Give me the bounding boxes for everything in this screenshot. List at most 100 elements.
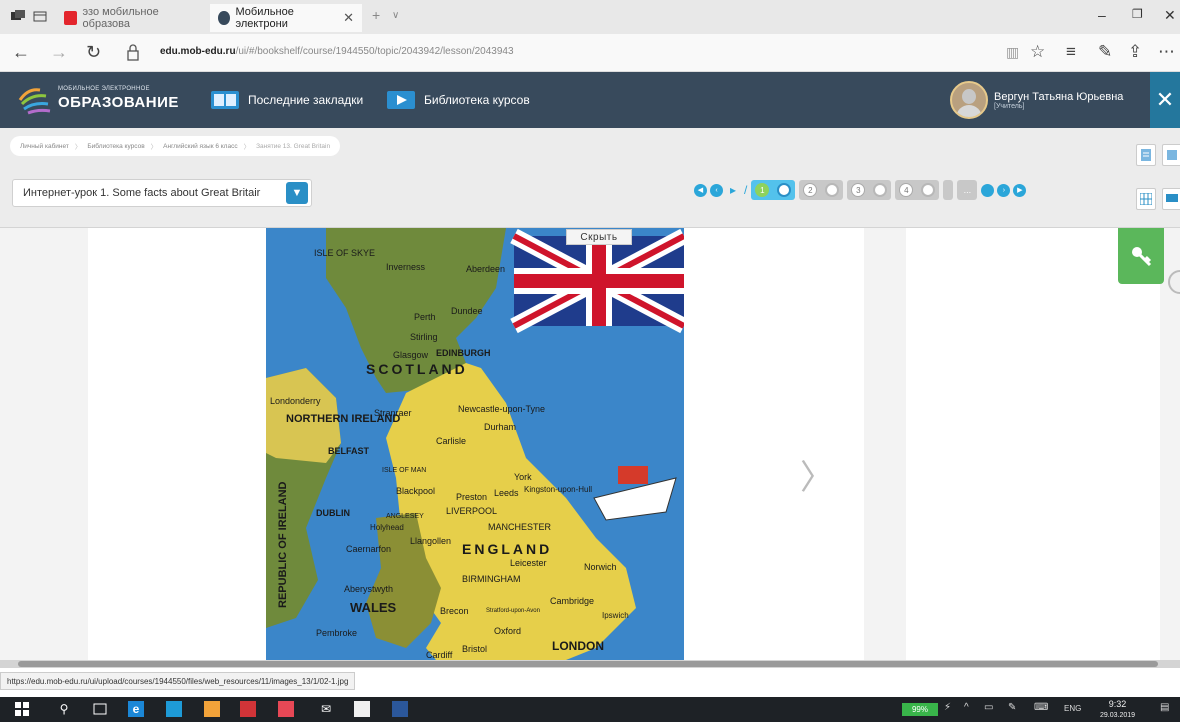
user-name: Вергун Татьяна Юрьевна <box>994 90 1124 103</box>
notes-icon[interactable] <box>1136 144 1156 166</box>
chevron-down-icon[interactable]: ▼ <box>286 182 308 204</box>
search-icon[interactable]: ⚲ <box>56 701 72 717</box>
lesson-select-value: Интернет-урок 1. Some facts about Great … <box>23 187 261 199</box>
mail-icon[interactable]: ✉ <box>318 701 334 717</box>
minimize-button[interactable]: – <box>1098 7 1106 23</box>
pen-tray-icon[interactable]: ✎ <box>1008 702 1016 713</box>
more-icon[interactable]: ⋯ <box>1158 42 1175 62</box>
next-page-icon[interactable]: › <box>997 183 1011 197</box>
window-close-button[interactable]: ✕ <box>1164 7 1176 24</box>
network-icon[interactable]: ▭ <box>984 702 993 713</box>
pager-step-1[interactable]: 1 <box>751 180 796 200</box>
close-tab-icon[interactable]: ✕ <box>343 10 354 26</box>
briefcase-icon[interactable] <box>354 701 370 717</box>
tab-active[interactable]: Мобильное электрони ✕ <box>210 4 362 32</box>
pager-step-3[interactable]: 3 <box>847 180 892 200</box>
horizontal-scrollbar[interactable] <box>0 660 1180 668</box>
forward-arrow-icon[interactable]: → <box>50 43 68 61</box>
language-indicator[interactable]: ENG <box>1064 704 1081 713</box>
close-panel-button[interactable]: ✕ <box>1150 72 1180 128</box>
map-label-caernarfon: Caernarfon <box>346 544 391 554</box>
map-label-durham: Durham <box>484 422 516 432</box>
play-icon[interactable]: ▸ <box>730 183 736 197</box>
grid-icon[interactable] <box>1136 188 1156 210</box>
map-label-leicester: Leicester <box>510 558 547 568</box>
logo-icon[interactable] <box>18 84 52 116</box>
favorite-star-icon[interactable]: ☆ <box>1030 42 1045 62</box>
breadcrumb-item-lesson: Занятие 13. Great Britain <box>256 142 331 150</box>
tab-list-chevron-icon[interactable]: ∨ <box>392 10 399 21</box>
tab-search-label: эзо мобильное образова <box>82 6 159 30</box>
word-icon[interactable] <box>392 701 408 717</box>
logo-title[interactable]: ОБРАЗОВАНИЕ <box>58 94 179 111</box>
step-status-icon <box>921 183 936 197</box>
breadcrumb-item-course[interactable]: Английский язык 6 класс <box>163 143 237 150</box>
back-arrow-icon[interactable]: ← <box>12 43 30 61</box>
map-label-ipswich: Ipswich <box>602 611 629 620</box>
edit-icon[interactable]: / <box>744 183 747 197</box>
pen-icon[interactable]: ✎ <box>1098 42 1112 62</box>
app-blue-icon[interactable] <box>166 701 182 717</box>
breadcrumb-item-library[interactable]: Библиотека курсов <box>87 143 144 150</box>
map-label-perth: Perth <box>414 312 436 322</box>
map-label-stranraer: Stranraer <box>374 408 412 418</box>
url-field[interactable]: edu.mob-edu.ru/ui/#/bookshelf/course/194… <box>160 46 514 57</box>
hub-icon[interactable]: ≡ <box>1066 42 1076 62</box>
pager-step-2[interactable]: 2 <box>799 180 844 200</box>
first-page-icon[interactable]: ◀ <box>694 183 707 197</box>
library-icon <box>387 91 415 109</box>
clock[interactable]: 9:32 29.03.2019 <box>1100 699 1135 721</box>
next-slide-chevron-icon[interactable]: 〉 <box>800 450 834 499</box>
map-label-llangollen: Llangollen <box>410 536 451 546</box>
notifications-icon[interactable]: ▤ <box>1160 702 1169 713</box>
keyboard-icon[interactable]: ⌨ <box>1034 702 1048 713</box>
tab-actions-icon[interactable] <box>10 8 26 24</box>
lesson-select[interactable]: Интернет-урок 1. Some facts about Great … <box>12 179 312 207</box>
prev-page-icon[interactable]: ‹ <box>710 183 723 197</box>
pager-more[interactable]: ... <box>957 180 978 200</box>
map-label-aberdeen: Aberdeen <box>466 264 505 274</box>
refresh-icon[interactable]: ↻ <box>86 43 101 61</box>
hide-button[interactable]: Скрыть <box>566 229 632 245</box>
task-view-icon[interactable] <box>92 701 108 717</box>
tab-search[interactable]: эзо мобильное образова <box>56 4 204 32</box>
step-status-icon <box>777 183 792 197</box>
reading-view-icon[interactable]: ▥ <box>1006 44 1019 61</box>
plug-icon: ⚡ <box>944 702 952 713</box>
share-icon[interactable]: ⇪ <box>1128 42 1142 62</box>
pager-step-number: 1 <box>755 183 770 197</box>
tab-preview-icon[interactable] <box>32 8 48 24</box>
tray-expand-icon[interactable]: ^ <box>964 702 969 713</box>
user-profile[interactable]: Вергун Татьяна Юрьевна [Учитель] <box>950 81 1123 119</box>
windows-start-icon[interactable] <box>14 701 30 717</box>
scrollbar-thumb[interactable] <box>18 661 1158 667</box>
chat-icon[interactable] <box>1162 188 1180 210</box>
pager-step-4[interactable]: 4 <box>895 180 940 200</box>
map-label-birmingham: BIRMINGHAM <box>462 574 521 584</box>
map-label-isle-of-man: ISLE OF MAN <box>382 467 426 474</box>
last-page-icon[interactable]: ▶ <box>1013 183 1027 197</box>
battery-indicator[interactable]: 99% <box>902 703 938 716</box>
recent-bookmarks-link[interactable]: Последние закладки <box>210 90 363 110</box>
pager-step-number: 2 <box>803 183 818 197</box>
map-label-belfast: BELFAST <box>328 446 370 456</box>
map-label-isle-of-skye: ISLE OF SKYE <box>314 248 375 258</box>
store-icon[interactable] <box>240 701 256 717</box>
map-label-glasgow: Glasgow <box>393 350 429 360</box>
breadcrumb-item-cabinet[interactable]: Личный кабинет <box>20 143 69 150</box>
map-label-pembroke: Pembroke <box>316 628 357 638</box>
file-explorer-icon[interactable] <box>204 701 220 717</box>
key-button[interactable] <box>1118 228 1164 284</box>
browser-tab-strip: эзо мобильное образова Мобильное электро… <box>0 0 1180 34</box>
map-label-londonderry: Londonderry <box>270 396 321 406</box>
pager-dot-icon[interactable] <box>981 183 995 197</box>
new-tab-button[interactable]: + <box>372 7 380 23</box>
course-library-link[interactable]: Библиотека курсов <box>386 90 530 110</box>
pager-step-partial[interactable] <box>943 180 954 200</box>
map-label-anglesey: ANGLESEY <box>386 513 424 520</box>
url-path: /ui/#/bookshelf/course/1944550/topic/204… <box>235 46 514 57</box>
gallery-icon[interactable] <box>1162 144 1180 166</box>
app-red-icon[interactable] <box>278 701 294 717</box>
edge-icon[interactable]: e <box>128 701 144 717</box>
maximize-button[interactable]: ❐ <box>1132 7 1143 21</box>
